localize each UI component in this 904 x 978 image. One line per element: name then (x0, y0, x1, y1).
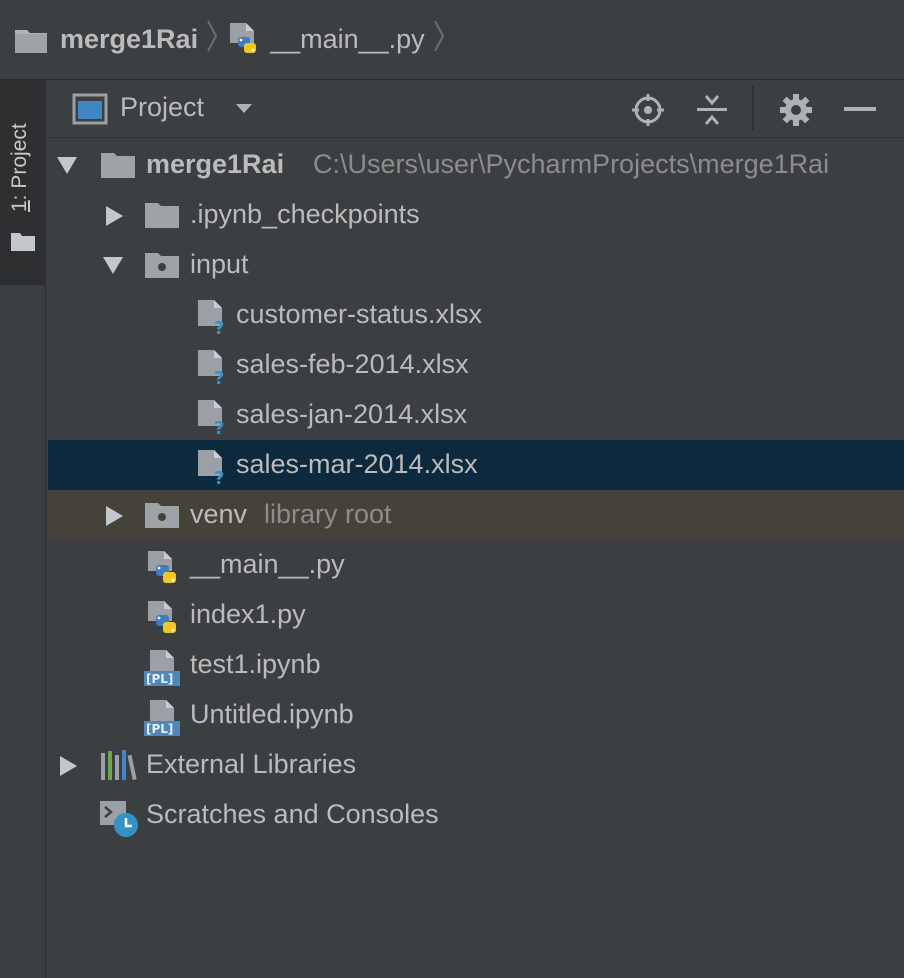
python-file-icon (228, 21, 262, 59)
project-tool-window-button[interactable]: 1: Project (0, 80, 46, 285)
tree-node-label: sales-feb-2014.xlsx (236, 349, 469, 379)
expand-arrow-icon[interactable] (104, 505, 124, 532)
svg-text:?: ? (214, 418, 224, 435)
folder-icon (144, 199, 180, 234)
unknown-file-icon: ? (194, 349, 228, 390)
view-selector[interactable]: Project (120, 92, 204, 123)
unknown-file-icon: ? (194, 449, 228, 490)
collapse-arrow-icon[interactable] (56, 155, 78, 180)
tree-node-root[interactable]: merge1Rai C:\Users\user\PycharmProjects\… (48, 140, 904, 190)
breadcrumb-separator (206, 19, 218, 61)
dropdown-icon[interactable] (234, 102, 254, 121)
tree-node-label: sales-mar-2014.xlsx (236, 449, 478, 479)
folder-icon (14, 26, 48, 54)
tree-node-index-py[interactable]: index1.py (48, 590, 904, 640)
svg-text:[PL]: [PL] (146, 722, 173, 736)
toolbar-separator (752, 86, 754, 130)
notebook-file-icon: [PL] (144, 649, 184, 692)
tree-node-label: .ipynb_checkpoints (190, 199, 420, 229)
tree-node-external-libraries[interactable]: External Libraries (48, 740, 904, 790)
folder-icon (10, 230, 36, 257)
unknown-file-icon: ? (194, 399, 228, 440)
tree-node-untitled-notebook[interactable]: [PL] Untitled.ipynb (48, 690, 904, 740)
scratches-icon (98, 799, 142, 844)
breadcrumb-file-label: __main__.py (270, 24, 425, 54)
locate-icon[interactable] (628, 90, 668, 130)
expand-arrow-icon[interactable] (104, 205, 124, 232)
project-panel-header: Project (48, 80, 904, 138)
tree-node-label: External Libraries (146, 749, 357, 779)
tree-node-test-notebook[interactable]: [PL] test1.ipynb (48, 640, 904, 690)
notebook-file-icon: [PL] (144, 699, 184, 742)
tree-node-file[interactable]: ? sales-feb-2014.xlsx (48, 340, 904, 390)
breadcrumb-project-label: merge1Rai (60, 24, 199, 54)
library-icon (100, 749, 138, 786)
tree-node-hint: library root (264, 499, 392, 529)
tree-node-label: sales-jan-2014.xlsx (236, 399, 468, 429)
collapse-all-icon[interactable] (692, 90, 732, 130)
svg-text:?: ? (214, 368, 224, 385)
project-view-icon (72, 93, 108, 130)
tree-node-label: Untitled.ipynb (190, 699, 354, 729)
unknown-file-icon: ? (194, 299, 228, 340)
tree-node-path: C:\Users\user\PycharmProjects\merge1Rai (313, 149, 830, 179)
tree-node-input[interactable]: input (48, 240, 904, 290)
breadcrumb-project[interactable]: merge1Rai (14, 20, 198, 60)
tree-node-label: merge1Rai (146, 149, 285, 179)
python-file-icon (146, 549, 182, 592)
tree-node-venv[interactable]: venv library root (48, 490, 904, 540)
tree-node-label: test1.ipynb (190, 649, 321, 679)
tree-node-label: customer-status.xlsx (236, 299, 483, 329)
navigation-bar: merge1Rai __main__.py (0, 0, 904, 80)
svg-text:[PL]: [PL] (146, 672, 173, 686)
tree-node-checkpoints[interactable]: .ipynb_checkpoints (48, 190, 904, 240)
collapse-arrow-icon[interactable] (102, 255, 124, 280)
breadcrumb-separator (433, 19, 445, 61)
tree-node-label: input (190, 249, 249, 279)
expand-arrow-icon[interactable] (58, 755, 78, 782)
stripe-label: 1: Project (8, 123, 31, 212)
tree-node-label: Scratches and Consoles (146, 799, 439, 829)
tree-node-label: venv (190, 499, 248, 529)
python-file-icon (146, 599, 182, 642)
module-folder-icon (144, 499, 180, 534)
svg-text:?: ? (214, 318, 224, 335)
tree-node-label: __main__.py (190, 549, 345, 579)
gear-icon[interactable] (776, 90, 816, 130)
svg-text:?: ? (214, 468, 224, 485)
tree-node-label: index1.py (190, 599, 306, 629)
tree-node-file[interactable]: ? sales-jan-2014.xlsx (48, 390, 904, 440)
pycharm-window: merge1Rai __main__.py 1: Project Project… (0, 0, 904, 978)
tree-node-scratches[interactable]: Scratches and Consoles (48, 790, 904, 840)
tree-node-file-selected[interactable]: ? sales-mar-2014.xlsx (48, 440, 904, 490)
tree-node-file[interactable]: ? customer-status.xlsx (48, 290, 904, 340)
module-folder-icon (144, 249, 180, 284)
tool-window-stripe: 1: Project (0, 80, 46, 978)
tree-node-main-py[interactable]: __main__.py (48, 540, 904, 590)
project-tree: merge1Rai C:\Users\user\PycharmProjects\… (48, 140, 904, 840)
breadcrumb-file[interactable]: __main__.py (228, 20, 425, 60)
hide-icon[interactable] (840, 90, 880, 130)
folder-icon (100, 149, 136, 184)
